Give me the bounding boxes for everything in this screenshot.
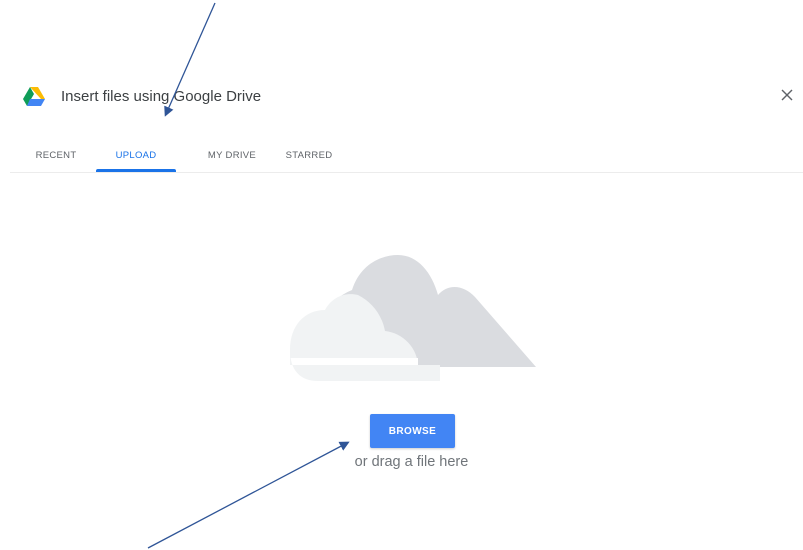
tab-divider	[10, 172, 803, 173]
tab-my-drive[interactable]: MY DRIVE	[194, 138, 270, 172]
cloud-icon	[290, 255, 536, 385]
browse-button[interactable]: BROWSE	[370, 414, 455, 448]
google-drive-icon	[23, 86, 45, 106]
tab-recent[interactable]: RECENT	[22, 138, 90, 172]
tab-starred[interactable]: STARRED	[270, 138, 348, 172]
drag-drop-hint: or drag a file here	[354, 454, 469, 470]
tab-my-drive-label: MY DRIVE	[207, 149, 257, 161]
dialog-header: Insert files using Google Drive	[23, 82, 261, 110]
tab-upload-label: UPLOAD	[115, 149, 157, 161]
dialog-title: Insert files using Google Drive	[61, 87, 262, 105]
tab-upload[interactable]: UPLOAD	[90, 138, 194, 172]
tab-recent-label: RECENT	[35, 149, 77, 161]
drive-picker-dialog: Insert files using Google Drive RECENT U…	[0, 0, 803, 550]
tab-bar: RECENT UPLOAD MY DRIVE STARRED	[22, 138, 348, 172]
tab-starred-label: STARRED	[285, 149, 333, 161]
close-icon	[781, 89, 793, 101]
close-button[interactable]	[776, 84, 798, 106]
